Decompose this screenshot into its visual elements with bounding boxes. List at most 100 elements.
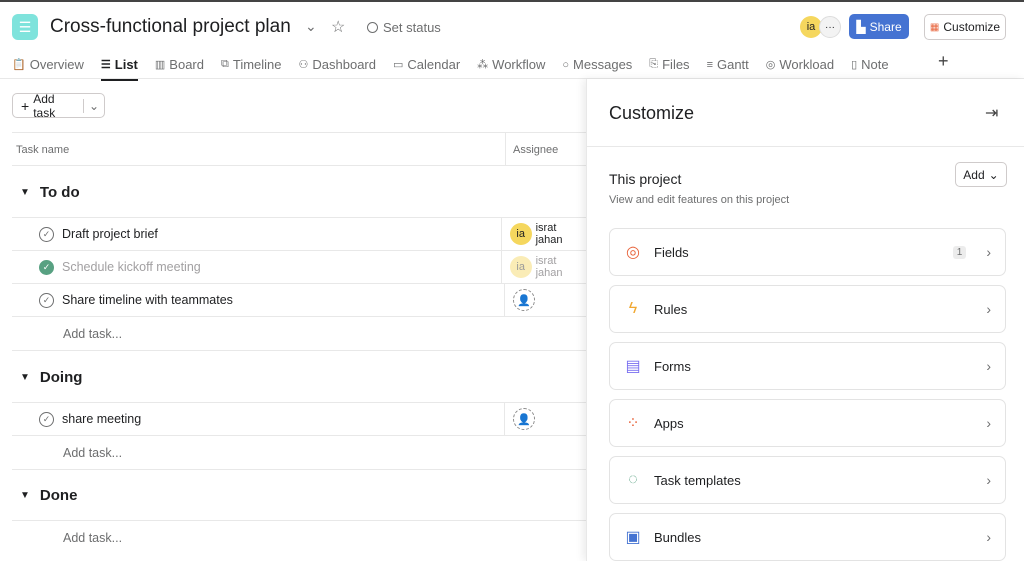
table-row[interactable]: ✓ Schedule kickoff meeting ia israt jahan [12, 251, 586, 284]
tab-icon: ▥ [154, 59, 166, 71]
section-header[interactable]: ▼ To do [20, 184, 80, 201]
divider [12, 520, 586, 521]
add-tab-icon[interactable]: + [938, 51, 949, 72]
tab-label: Messages [573, 57, 633, 72]
add-label: Add [963, 167, 985, 182]
tab-overview[interactable]: 📋 Overview [12, 51, 84, 78]
tab-icon: ⧉ [221, 58, 229, 70]
task-name[interactable]: Draft project brief [62, 227, 158, 241]
avatar: ia [509, 256, 532, 278]
unassigned-user-icon[interactable]: 👤 [513, 289, 535, 311]
close-panel-icon[interactable]: ⇥ [985, 103, 998, 123]
caret-down-icon[interactable]: ▼ [20, 187, 30, 198]
unassigned-user-icon[interactable]: 👤 [513, 408, 535, 430]
set-status-button[interactable]: Set status [367, 20, 441, 35]
tab-files[interactable]: ⎘ Files [649, 51, 689, 78]
add-task-inline[interactable]: Add task... [63, 446, 122, 460]
section-subtitle: View and edit features on this project [609, 194, 790, 206]
tab-timeline[interactable]: ⧉ Timeline [221, 51, 282, 78]
task-name[interactable]: Share timeline with teammates [62, 293, 233, 307]
table-row[interactable]: ✓ Share timeline with teammates 👤 [12, 284, 586, 317]
complete-check-icon[interactable]: ✓ [39, 292, 54, 308]
share-button[interactable]: ▙ Share [849, 14, 909, 39]
tab-icon: ☰ [100, 59, 111, 71]
chevron-down-icon[interactable]: ⌄ [305, 18, 317, 35]
add-task-inline[interactable]: Add task... [63, 327, 122, 341]
tab-icon: ◎ [765, 59, 776, 71]
divider [12, 350, 586, 351]
tab-dashboard[interactable]: ⚇ Dashboard [299, 51, 376, 78]
tab-label: Calendar [407, 57, 461, 72]
customize-grid-icon: ▦ [929, 21, 940, 33]
tab-gantt[interactable]: ≡ Gantt [707, 51, 749, 78]
customize-panel: Customize ⇥ This project View and edit f… [586, 79, 1024, 561]
set-status-label: Set status [383, 20, 441, 35]
feature-fields[interactable]: ◎ Fields 1 › [609, 228, 1006, 276]
feature-apps[interactable]: ⁘ Apps › [609, 399, 1006, 447]
tab-workflow[interactable]: ⁂ Workflow [477, 51, 545, 78]
rules-icon: ϟ [628, 300, 638, 317]
chevron-down-icon[interactable]: ⌄ [82, 98, 104, 113]
tab-note[interactable]: ▯ Note [851, 51, 889, 78]
tab-messages[interactable]: ○ Messages [562, 51, 632, 78]
feature-forms[interactable]: ▤ Forms › [609, 342, 1006, 390]
section-header[interactable]: ▼ Doing [20, 369, 82, 386]
tab-list[interactable]: ☰ List [100, 51, 138, 81]
task-name[interactable]: share meeting [62, 412, 141, 426]
column-assignee[interactable]: Assignee [513, 144, 558, 156]
task-name[interactable]: Schedule kickoff meeting [62, 260, 201, 274]
share-label: Share [869, 19, 902, 34]
table-row[interactable]: ✓ Draft project brief ia israt jahan [12, 218, 586, 251]
add-feature-button[interactable]: Add ⌄ [955, 162, 1007, 187]
task-templates-icon: ◌ [628, 471, 638, 488]
count-badge: 1 [952, 245, 967, 259]
tab-label: Board [169, 57, 204, 72]
divider [12, 469, 586, 470]
tab-label: List [114, 57, 138, 72]
complete-check-icon[interactable]: ✓ [39, 226, 54, 242]
section-name: Done [39, 487, 78, 504]
add-task-button[interactable]: + Add task ⌄ [12, 92, 105, 120]
project-icon: ☰ [12, 14, 38, 40]
complete-check-icon[interactable]: ✓ [39, 259, 54, 275]
table-header: Task name Assignee [12, 132, 586, 166]
tab-label: Workload [779, 57, 835, 72]
divider [587, 146, 1024, 147]
assignee-name[interactable]: israt jahan [536, 255, 586, 279]
tab-icon: ⁂ [477, 59, 489, 71]
tab-workload[interactable]: ◎ Workload [766, 51, 834, 78]
feature-task-templates[interactable]: ◌ Task templates › [609, 456, 1006, 504]
star-icon[interactable]: ☆ [331, 17, 345, 37]
caret-down-icon[interactable]: ▼ [20, 372, 30, 383]
tab-label: Note [861, 57, 889, 72]
tab-icon: ▭ [393, 59, 404, 71]
tab-icon: ⚇ [298, 59, 309, 71]
tab-board[interactable]: ▥ Board [155, 51, 204, 78]
chevron-right-icon: › [986, 529, 991, 545]
caret-down-icon[interactable]: ▼ [20, 490, 30, 501]
assignee-name[interactable]: israt jahan [536, 222, 586, 246]
tab-calendar[interactable]: ▭ Calendar [393, 51, 460, 78]
chevron-right-icon: › [986, 415, 991, 431]
panel-title: Customize [609, 103, 695, 123]
more-members-icon[interactable]: ··· [819, 16, 841, 38]
table-row[interactable]: ✓ share meeting 👤 [12, 403, 586, 436]
feature-bundles[interactable]: ▣ Bundles › [609, 513, 1006, 561]
project-title: Cross-functional project plan [50, 16, 291, 37]
bundles-icon: ▣ [625, 529, 641, 546]
customize-label: Customize [943, 20, 1001, 34]
status-circle-icon [367, 22, 378, 33]
complete-check-icon[interactable]: ✓ [39, 411, 54, 427]
customize-button[interactable]: ▦ Customize [924, 14, 1006, 40]
column-task-name[interactable]: Task name [16, 144, 69, 156]
add-task-inline[interactable]: Add task... [63, 531, 122, 545]
building-icon: ▙ [856, 19, 866, 34]
chevron-right-icon: › [986, 244, 991, 260]
tab-icon: ⎘ [649, 58, 659, 70]
feature-rules[interactable]: ϟ Rules › [609, 285, 1006, 333]
tab-icon: ○ [562, 58, 570, 71]
tab-label: Dashboard [312, 57, 376, 72]
section-header[interactable]: ▼ Done [20, 487, 77, 504]
feature-label: Fields [654, 244, 689, 260]
plus-icon: + [21, 97, 30, 114]
